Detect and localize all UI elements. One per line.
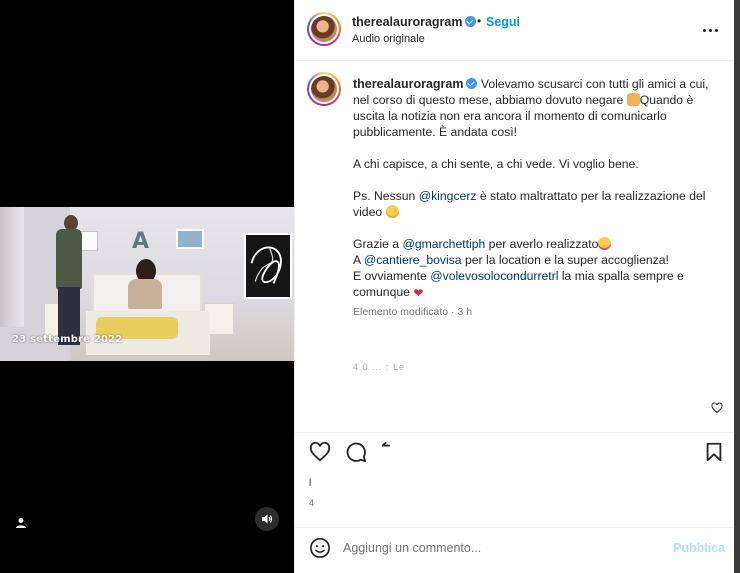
caption-text: Ps. Nessun (353, 189, 419, 203)
mute-button[interactable] (255, 507, 279, 531)
verified-badge-icon (466, 78, 478, 89)
audio-link[interactable]: Audio originale (352, 33, 425, 45)
comment-input[interactable] (343, 534, 663, 562)
video-wall-art (244, 233, 292, 299)
person-icon (16, 518, 26, 528)
mention-link[interactable]: @cantiere_bovisa (364, 253, 462, 267)
caption-text: per la location e la super accoglienza! (461, 253, 669, 267)
caption-username[interactable]: therealauroragram (353, 77, 463, 91)
header-separator: • (477, 14, 482, 28)
smiley-icon[interactable] (309, 537, 331, 559)
edited-timestamp: Elemento modificato · 3 h (353, 306, 473, 318)
caption-text: A chi capisce, a chi sente, a chi vede. … (353, 157, 639, 171)
caption-text: E ovviamente (353, 269, 431, 283)
media-panel: A 23 settembre 2022 (0, 0, 294, 573)
publish-button[interactable]: Pubblica (673, 541, 725, 555)
mention-link[interactable]: @volevosolocondurretrl (430, 269, 558, 283)
author-avatar[interactable] (307, 12, 341, 46)
caption-text: per averlo realizzato (485, 237, 599, 251)
post-caption: therealauroragram Volevamo scusarci con … (353, 76, 713, 316)
mention-link[interactable]: @gmarchettiph (402, 237, 485, 251)
follow-button[interactable]: Segui (486, 15, 520, 29)
background-page-edge (734, 0, 740, 573)
heart-icon[interactable] (309, 441, 331, 463)
comment-icon[interactable] (345, 441, 367, 463)
speaker-icon (262, 514, 273, 524)
comment-like-heart-icon[interactable] (711, 402, 723, 414)
post-time: 4 (309, 498, 315, 508)
caption-avatar[interactable] (307, 72, 341, 106)
love-emoji-icon (598, 237, 612, 250)
author-username-text[interactable]: therealauroragram (352, 15, 462, 29)
pray-emoji-icon (626, 93, 640, 106)
verified-badge-icon (465, 16, 477, 27)
comment-composer: Pubblica (295, 527, 735, 569)
video-wall-letter: A (132, 229, 150, 254)
heart-emoji-icon (413, 285, 425, 301)
video-date-overlay: 23 settembre 2022 (12, 334, 123, 345)
video-player[interactable]: A 23 settembre 2022 (0, 207, 294, 361)
post-sidebar: therealauroragram • Segui Audio original… (294, 0, 740, 573)
halo-emoji-icon (385, 205, 399, 218)
caption-text: Grazie a (353, 237, 403, 251)
mention-link[interactable]: @kingcerz (419, 189, 477, 203)
bookmark-icon[interactable] (703, 441, 725, 463)
video-curtain (0, 207, 24, 327)
post-header: therealauroragram • Segui Audio original… (295, 0, 735, 61)
user-tags-button[interactable] (10, 512, 32, 534)
author-username[interactable]: therealauroragram (352, 15, 477, 29)
share-icon[interactable] (380, 441, 402, 463)
comments-section[interactable]: therealauroragram Volevamo scusarci con … (295, 62, 735, 432)
likes-count[interactable]: l (309, 478, 311, 489)
action-bar (295, 432, 735, 472)
caption-text: A (353, 253, 364, 267)
video-wall-photo (176, 229, 204, 249)
more-options-icon[interactable] (695, 20, 725, 40)
video-person-woman-body (128, 279, 162, 309)
faded-comment-preview: 4 0 ... : Le (353, 362, 406, 372)
video-person-man-body (56, 229, 82, 289)
